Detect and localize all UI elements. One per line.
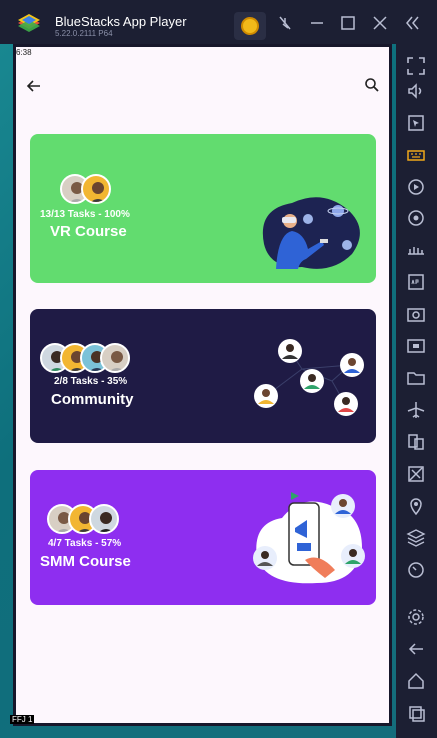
search-icon[interactable] bbox=[364, 77, 380, 93]
location-icon[interactable] bbox=[404, 494, 428, 518]
course-card-vr[interactable]: 13/13 Tasks - 100% VR Course bbox=[30, 134, 376, 283]
smm-illustration bbox=[253, 492, 365, 584]
screenshot-icon[interactable] bbox=[404, 302, 428, 326]
close-icon[interactable] bbox=[371, 14, 389, 32]
task-progress: 13/13 Tasks - 100% bbox=[40, 209, 130, 220]
record-icon[interactable] bbox=[404, 206, 428, 230]
android-home-icon[interactable] bbox=[404, 669, 428, 693]
course-card-community[interactable]: 2/8 Tasks - 35% Community bbox=[30, 309, 376, 443]
course-title: VR Course bbox=[50, 223, 127, 240]
course-title: SMM Course bbox=[40, 553, 131, 570]
performance-icon[interactable] bbox=[404, 558, 428, 582]
bottom-indicator: FFJ 1 bbox=[10, 715, 35, 724]
fullscreen-icon[interactable] bbox=[404, 54, 428, 78]
course-title: Community bbox=[51, 391, 134, 408]
android-back-icon[interactable] bbox=[404, 637, 428, 661]
screen-record-icon[interactable] bbox=[404, 334, 428, 358]
pointer-icon[interactable] bbox=[404, 111, 428, 135]
volume-icon[interactable] bbox=[404, 79, 428, 103]
course-card-smm[interactable]: 4/7 Tasks - 57% SMM Course bbox=[30, 470, 376, 605]
avatar bbox=[81, 174, 111, 204]
task-progress: 4/7 Tasks - 57% bbox=[48, 538, 122, 549]
emulator-sidebar bbox=[396, 44, 437, 738]
play-icon[interactable] bbox=[404, 175, 428, 199]
emulator-window: BlueStacks App Player 5.22.0.2111 P64 6:… bbox=[0, 0, 437, 738]
minimize-icon[interactable] bbox=[308, 14, 326, 32]
settings-gear-icon[interactable] bbox=[404, 605, 428, 629]
back-arrow-icon[interactable] bbox=[26, 78, 42, 94]
vr-illustration bbox=[262, 197, 360, 269]
community-illustration bbox=[254, 339, 364, 416]
app-version: 5.22.0.2111 P64 bbox=[55, 29, 113, 38]
rewards-button[interactable] bbox=[234, 12, 266, 40]
eco-mode-icon[interactable] bbox=[404, 462, 428, 486]
avatar bbox=[89, 504, 119, 534]
maximize-icon[interactable] bbox=[339, 14, 357, 32]
macro-icon[interactable] bbox=[404, 238, 428, 262]
app-title: BlueStacks App Player bbox=[55, 14, 187, 29]
device-frame: 6:38 13/13 Tasks - 100% VR Course 2/8 Ta… bbox=[13, 44, 392, 726]
multi-instance-icon[interactable] bbox=[404, 430, 428, 454]
task-progress: 2/8 Tasks - 35% bbox=[54, 376, 128, 387]
airplane-icon[interactable] bbox=[404, 398, 428, 422]
bluestacks-logo-icon bbox=[18, 14, 40, 32]
coin-icon bbox=[241, 17, 259, 35]
apk-install-icon[interactable] bbox=[404, 270, 428, 294]
status-time: 6:38 bbox=[16, 48, 32, 57]
media-folder-icon[interactable] bbox=[404, 366, 428, 390]
avatar bbox=[100, 343, 130, 373]
layers-icon[interactable] bbox=[404, 526, 428, 550]
title-bar: BlueStacks App Player 5.22.0.2111 P64 bbox=[0, 0, 437, 44]
no-touch-icon[interactable] bbox=[276, 14, 294, 32]
collapse-sidebar-icon[interactable] bbox=[403, 14, 421, 32]
app-screen: 6:38 13/13 Tasks - 100% VR Course 2/8 Ta… bbox=[16, 47, 389, 723]
android-recents-icon[interactable] bbox=[404, 701, 428, 725]
keyboard-icon[interactable] bbox=[404, 143, 428, 167]
